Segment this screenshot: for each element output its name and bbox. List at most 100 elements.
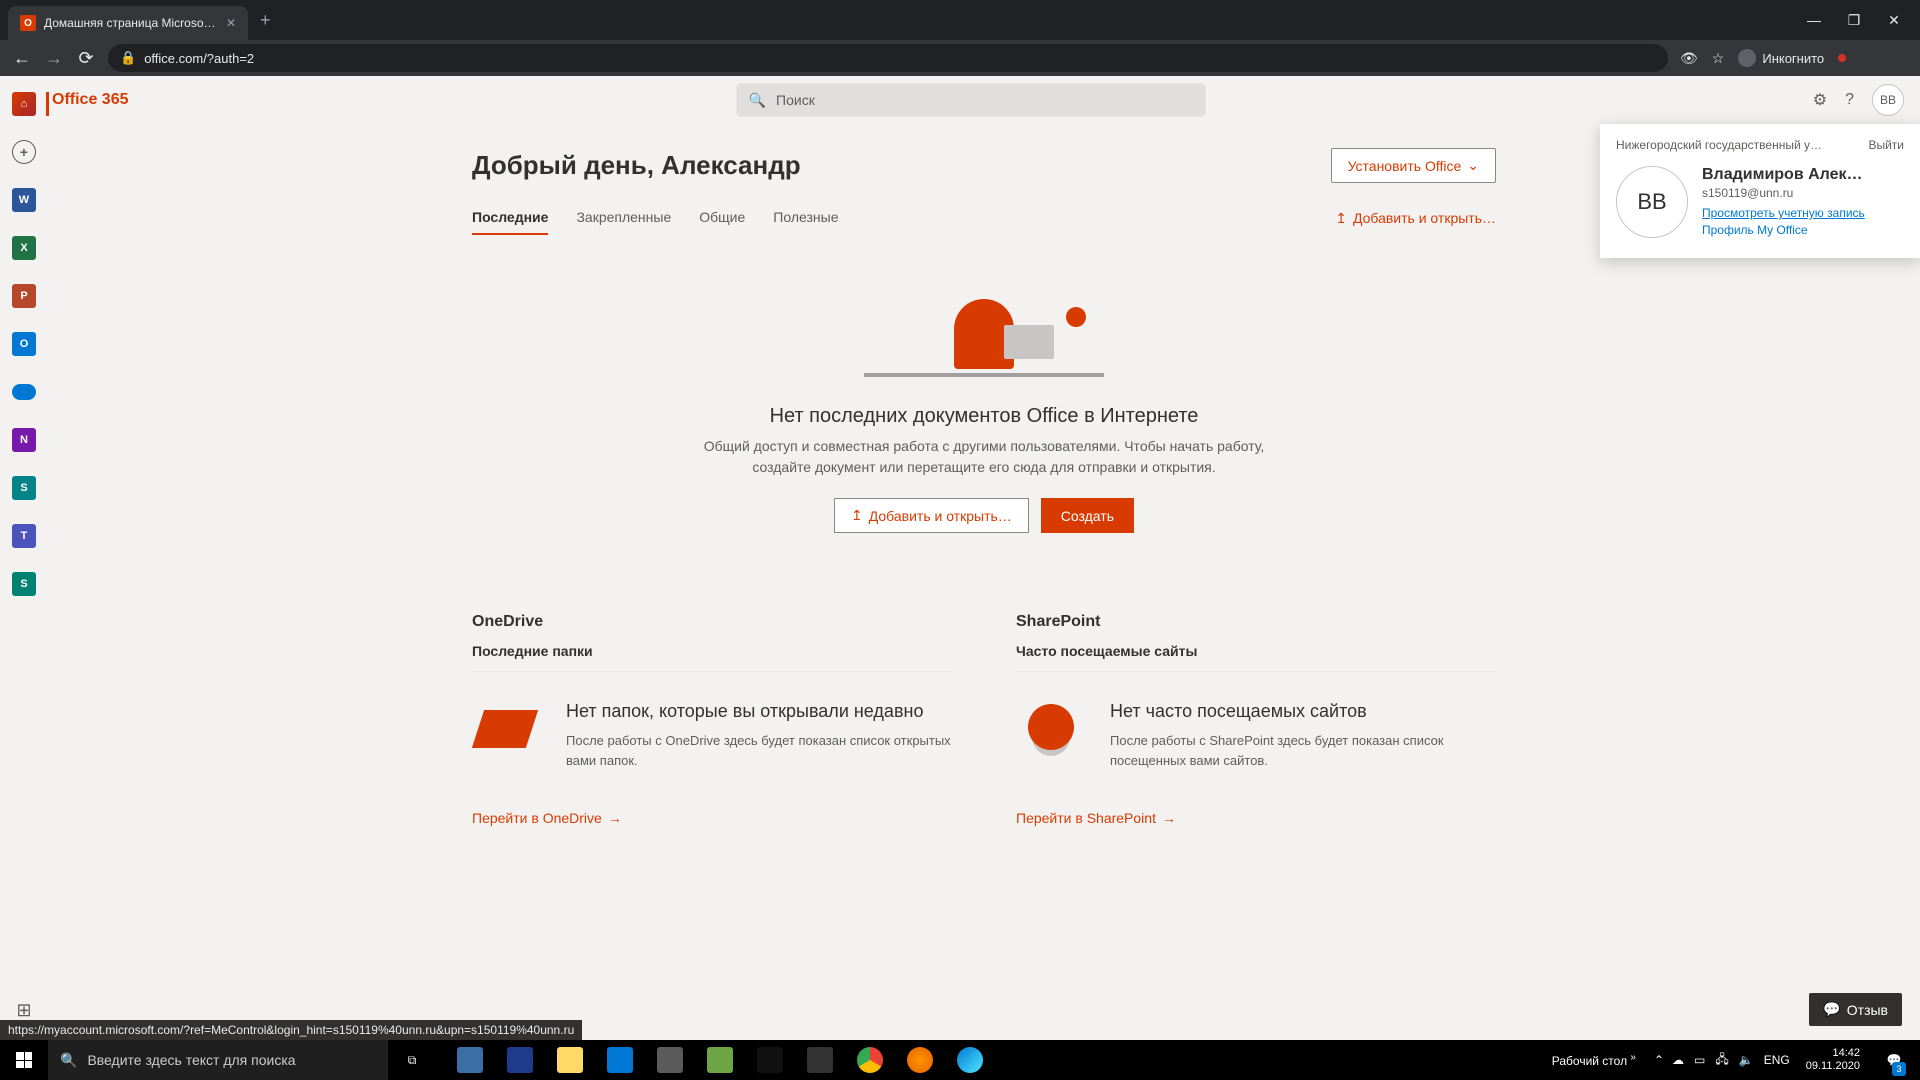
tray-lang[interactable]: ENG [1764,1053,1790,1067]
tray-network-icon[interactable]: 🖧 [1715,1050,1728,1071]
rail-word[interactable]: W [10,186,38,214]
search-icon: 🔍 [60,1052,77,1069]
nav-back-icon[interactable]: ← [12,48,32,69]
bookmark-icon[interactable]: ☆ [1712,50,1725,67]
rail-onenote[interactable]: N [10,426,38,454]
tb-app-chrome[interactable] [846,1040,894,1080]
tray-chevron-icon[interactable]: ⌃ [1654,1053,1664,1067]
add-and-open-button[interactable]: ↥ Добавить и открыть… [834,498,1029,533]
incognito-indicator-icon[interactable]: 👁 [1680,50,1698,67]
settings-icon[interactable]: ⚙ [1813,90,1827,110]
powerpoint-icon: P [12,284,36,308]
empty-illustration [472,269,1496,389]
window-minimize-icon[interactable]: — [1804,12,1824,29]
notification-count: 3 [1892,1062,1906,1076]
tab-close-icon[interactable]: ✕ [226,16,236,30]
sharepoint-subtitle: Часто посещаемые сайты [1016,643,1496,672]
tab-discover[interactable]: Полезные [773,201,838,235]
tb-app-3[interactable] [596,1040,644,1080]
address-bar[interactable]: 🔒 office.com/?auth=2 [108,44,1668,72]
onedrive-panel: OneDrive Последние папки Нет папок, кото… [472,613,952,826]
excel-icon: X [12,236,36,260]
rail-onedrive[interactable] [10,378,38,406]
help-icon[interactable]: ? [1845,91,1854,109]
empty-title: Нет последних документов Office в Интерн… [472,405,1496,428]
new-tab-button[interactable]: + [260,10,271,31]
empty-text: Общий доступ и совместная работа с други… [694,436,1274,478]
show-desktop-label[interactable]: Рабочий стол » [1542,1052,1646,1068]
upload-icon: ↥ [851,507,863,524]
rail-sharepoint[interactable]: S [10,474,38,502]
update-indicator-icon[interactable] [1838,54,1846,62]
task-view-button[interactable]: ⧉ [388,1040,436,1080]
upload-icon: ↥ [1335,210,1347,227]
install-office-button[interactable]: Установить Office ⌄ [1331,148,1496,183]
onedrive-subtitle: Последние папки [472,643,952,672]
tb-app-explorer[interactable] [546,1040,594,1080]
notifications-button[interactable]: 💬 3 [1876,1040,1912,1080]
rail-home[interactable]: ⌂ [10,90,38,118]
sharepoint-empty-text: После работы с SharePoint здесь будет по… [1110,731,1496,770]
view-account-link[interactable]: Просмотреть учетную запись [1702,206,1865,220]
outlook-icon: O [12,332,36,356]
feedback-button[interactable]: 💬 Отзыв [1809,993,1902,1026]
tab-pinned[interactable]: Закрепленные [576,201,671,235]
tray-icon[interactable]: ☁ [1672,1053,1684,1067]
tab-shared[interactable]: Общие [699,201,745,235]
arrow-right-icon: → [608,810,622,826]
account-popup: Нижегородский государственный у… Выйти В… [1600,124,1920,258]
account-org: Нижегородский государственный у… [1616,138,1822,152]
tb-app-4[interactable] [646,1040,694,1080]
sharepoint-link[interactable]: Перейти в SharePoint → [1016,810,1496,826]
taskbar-clock[interactable]: 14:42 09.11.2020 [1798,1047,1868,1073]
lock-icon: 🔒 [120,50,136,66]
tray-volume-icon[interactable]: 🔈 [1739,1053,1754,1067]
incognito-badge[interactable]: Инкогнито [1738,49,1824,67]
tray-icon[interactable]: ▭ [1694,1053,1705,1067]
onedrive-link[interactable]: Перейти в OneDrive → [472,810,952,826]
tb-app-5[interactable] [696,1040,744,1080]
search-icon: 🔍 [749,92,766,109]
sharepoint-empty-heading: Нет часто посещаемых сайтов [1110,700,1496,723]
tb-app-6[interactable] [746,1040,794,1080]
search-input[interactable]: 🔍 Поиск [737,84,1205,116]
create-button[interactable]: Создать [1041,498,1134,533]
tb-app-firefox[interactable] [896,1040,944,1080]
tb-app-2[interactable] [496,1040,544,1080]
chat-icon: 💬 [1823,1001,1840,1018]
url-text: office.com/?auth=2 [144,51,254,66]
nav-reload-icon[interactable]: ⟳ [76,48,96,69]
account-avatar[interactable]: ВВ [1872,84,1904,116]
apps-icon: ⊞ [16,1000,31,1021]
window-maximize-icon[interactable]: ❐ [1844,12,1864,29]
browser-tab[interactable]: O Домашняя страница Microsoft O ✕ [8,6,248,40]
taskbar-search[interactable]: 🔍 Введите здесь текст для поиска [48,1040,388,1080]
nav-forward-icon[interactable]: → [44,48,64,69]
rail-excel[interactable]: X [10,234,38,262]
globe-icon [1016,700,1086,756]
tb-app-1[interactable] [446,1040,494,1080]
account-avatar-large: ВВ [1616,166,1688,238]
rail-teams[interactable]: T [10,522,38,550]
rail-powerpoint[interactable]: P [10,282,38,310]
window-close-icon[interactable]: ✕ [1884,12,1904,29]
tab-recent[interactable]: Последние [472,201,548,235]
add-and-open-link[interactable]: ↥ Добавить и открыть… [1335,210,1496,227]
onedrive-title: OneDrive [472,613,952,631]
start-button[interactable] [0,1040,48,1080]
sign-out-link[interactable]: Выйти [1868,138,1904,152]
rail-create[interactable]: + [10,138,38,166]
install-label: Установить Office [1348,158,1462,174]
teams-icon: T [12,524,36,548]
rail-sway[interactable]: S [10,570,38,598]
arrow-right-icon: → [1162,810,1176,826]
incognito-icon [1738,49,1756,67]
office-brand[interactable]: Office 365 [52,91,128,109]
rail-outlook[interactable]: O [10,330,38,358]
sharepoint-panel: SharePoint Часто посещаемые сайты Нет ча… [1016,613,1496,826]
tb-app-edge[interactable] [946,1040,994,1080]
page-greeting: Добрый день, Александр [472,150,801,181]
tb-app-7[interactable] [796,1040,844,1080]
task-view-icon: ⧉ [408,1053,417,1068]
my-office-profile-link[interactable]: Профиль My Office [1702,223,1865,237]
